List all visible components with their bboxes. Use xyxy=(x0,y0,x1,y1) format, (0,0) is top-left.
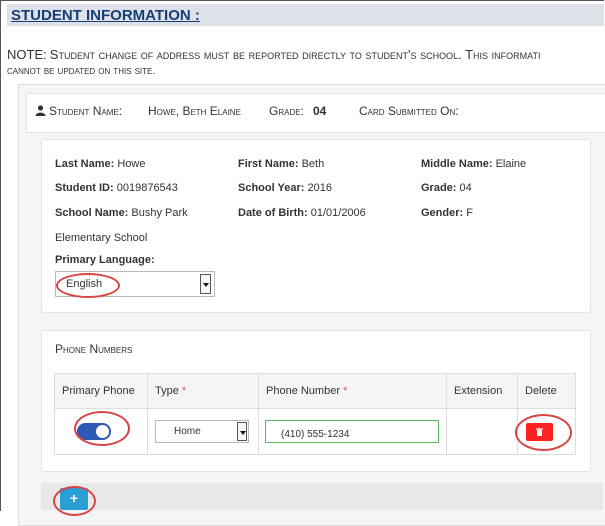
dob-field: Date of Birth: 01/01/2006 xyxy=(238,207,366,219)
note-line2: cannot be updated on this site. xyxy=(7,65,156,77)
col-type: Type * xyxy=(147,373,259,409)
type-cell: Home xyxy=(147,408,259,455)
phones-footer xyxy=(41,483,603,510)
col-phone-number: Phone Number * xyxy=(258,373,447,409)
student-id-field: Student ID: 0019876543 xyxy=(55,182,178,194)
phone-number-input[interactable] xyxy=(265,420,439,443)
note-line1: Student change of address must be report… xyxy=(49,47,541,62)
address-note: NOTE: Student change of address must be … xyxy=(7,47,604,79)
phone-type-select[interactable]: Home xyxy=(155,420,249,443)
chevron-down-icon[interactable] xyxy=(200,274,211,294)
phone-number-cell xyxy=(258,408,447,455)
annotation-circle xyxy=(53,486,96,516)
school-name-continued: Elementary School xyxy=(55,232,148,244)
user-icon xyxy=(35,105,46,116)
phone-numbers-title: Phone Numbers xyxy=(55,342,133,356)
col-extension: Extension xyxy=(446,373,518,409)
phone-type-value: Home xyxy=(174,426,201,437)
page-title: STUDENT INFORMATION : xyxy=(11,7,200,24)
annotation-circle xyxy=(515,414,572,451)
phone-table: Primary Phone Type * Phone Number * Exte… xyxy=(54,373,576,455)
table-row: Home xyxy=(54,408,576,455)
grade-label: Grade: xyxy=(269,104,304,118)
grade-value: 04 xyxy=(313,104,327,118)
annotation-circle xyxy=(74,411,130,446)
extension-cell xyxy=(446,408,518,455)
col-primary-phone: Primary Phone xyxy=(54,373,148,409)
school-year-field: School Year: 2016 xyxy=(238,182,332,194)
student-summary-bar: Student Name: Howe, Beth Elaine Grade: 0… xyxy=(26,93,605,133)
annotation-circle xyxy=(56,273,120,298)
note-lead: NOTE: xyxy=(7,47,47,62)
school-name-field: School Name: Bushy Park xyxy=(55,207,188,219)
primary-language-label: Primary Language: xyxy=(55,254,155,266)
student-name-value: Howe, Beth Elaine xyxy=(148,104,241,118)
last-name-field: Last Name: Howe xyxy=(55,158,146,170)
gender-field: Gender: F xyxy=(421,207,473,219)
card-submitted-label: Card Submitted On: xyxy=(359,104,459,118)
first-name-field: First Name: Beth xyxy=(238,158,325,170)
middle-name-field: Middle Name: Elaine xyxy=(421,158,527,170)
student-name-label: Student Name: xyxy=(35,104,122,118)
col-delete: Delete xyxy=(517,373,576,409)
grade-field: Grade: 04 xyxy=(421,182,472,194)
chevron-down-icon[interactable] xyxy=(237,422,247,441)
section-header: STUDENT INFORMATION : xyxy=(7,4,604,26)
